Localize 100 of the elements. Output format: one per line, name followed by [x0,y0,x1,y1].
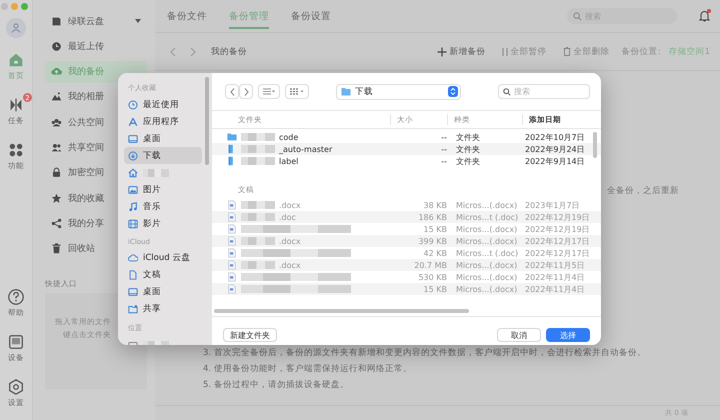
file-kind: Micros...(.docx) [455,272,518,282]
avatar[interactable] [6,18,26,38]
dialog-button[interactable]: 新建文件夹 [223,328,277,342]
search-icon [573,12,582,20]
sidebar-item[interactable]: 应用程序 [124,113,202,130]
chevron-left-icon [230,88,234,96]
file-name: code [279,132,298,142]
house-icon [128,168,138,178]
file-size: 20.7 MB [413,260,447,270]
file-name: .docx [279,200,301,210]
file-date: 2022年12月17日 [524,248,591,258]
sidebar-item[interactable]: 绿联云盘 [45,10,147,32]
file-kind: 文件夹 [455,144,481,154]
chevron-right-icon [244,88,248,96]
caret-icon[interactable] [135,19,141,23]
back-button[interactable] [225,84,239,99]
document-icon [227,248,237,258]
file-row[interactable]: code -- 文件夹 2022年10月7日 [212,131,601,143]
list-icon [263,88,275,95]
trash-icon [562,47,571,56]
document-icon [227,236,237,246]
file-date: 2023年1月7日 [524,200,581,210]
file-date: 2022年9月24日 [524,144,586,154]
sidebar-item[interactable]: 加密空间 [45,162,147,184]
folder-icon [51,16,62,26]
file-date: 2022年12月19日 [524,224,591,234]
note-text: 4. 使用备份功能时，客户端需保持运行和网络正常。 [203,363,413,375]
file-size: 186 KB [417,212,447,222]
file-kind: Micros...t (.doc) [455,248,520,258]
note-text: 全备份，之后重新 [607,185,680,197]
folder-icon [341,87,351,96]
document-icon [227,212,237,222]
sidebar-item[interactable]: 图片 [124,181,202,198]
tab[interactable]: 备份设置 [291,4,331,28]
toolbar-button[interactable]: 新增备份 [432,46,490,58]
location-dropdown[interactable]: 下载 [336,84,461,100]
file-kind: Micros...(.docx) [455,200,518,210]
zoom-window-icon[interactable] [21,3,28,10]
shared-folder-icon [128,304,138,314]
file-size: -- [440,132,447,142]
cloud-upload-icon [51,66,62,78]
sidebar-item[interactable]: 最近使用 [124,96,202,113]
forward-button[interactable] [239,84,253,99]
sidebar-item[interactable]: 最近上传 [45,35,147,58]
breadcrumb: 我的备份 [211,46,247,58]
file-row[interactable]: _auto-master -- 文件夹 2022年9月24日 [212,143,601,155]
people-icon [51,116,62,128]
file-size: -- [440,144,447,154]
plus-icon [436,46,447,56]
tab[interactable]: 备份文件 [167,4,207,28]
download-icon [128,150,138,160]
file-name: .docx [279,260,301,270]
settings-icon [7,378,25,396]
share-icon [51,218,62,229]
search-input[interactable]: 搜索 [514,87,570,96]
scrollbar[interactable] [214,309,469,313]
file-date: 2022年9月14日 [524,156,586,166]
sidebar-item[interactable]: 桌面 [124,283,202,300]
dialog-button[interactable]: 取消 [497,328,541,342]
document-icon [227,224,237,234]
sidebar-item[interactable]: 影片 [124,215,202,232]
document-icon [227,272,237,282]
file-name: .doc [279,212,296,222]
sidebar-item[interactable]: 桌面 [124,130,202,147]
file-kind: 文件夹 [455,156,481,166]
file-size: 399 KB [417,236,447,246]
search-icon [503,88,511,96]
scrollbar[interactable] [593,132,597,158]
file-name: _auto-master [279,144,332,154]
search-field[interactable]: 搜索 [498,84,590,99]
minimize-window-icon[interactable] [11,3,18,10]
file-date: 2022年11月5日 [524,260,586,270]
bell-icon[interactable] [699,10,710,22]
file-kind: Micros...(.docx) [455,260,518,270]
file-size: 42 KB [422,248,447,258]
sidebar-item[interactable]: 文稿 [124,266,202,283]
lock-icon [51,167,62,178]
sidebar-item[interactable]: 下载 [124,147,202,164]
file-date: 2022年10月7日 [524,132,586,142]
grid-icon [290,88,304,95]
sidebar-item[interactable]: 共享 [124,300,202,317]
document-icon [227,284,237,294]
scrollbar[interactable] [205,77,209,165]
picture-icon [128,184,138,194]
file-kind: Micros...(.docx) [455,284,518,294]
sidebar-item[interactable]: iCloud 云盘 [124,249,202,266]
pause-icon [502,48,508,56]
sidebar-item[interactable]: 音乐 [124,198,202,215]
stepper-icon [448,86,458,97]
file-row[interactable]: label -- 文件夹 2022年9月14日 [212,155,601,167]
dialog-button[interactable]: 选择 [546,328,590,342]
file-name: .docx [279,236,301,246]
star-icon [51,192,62,204]
list-view-button[interactable] [258,84,280,99]
note-text: 5. 备份过程中，请勿插拔设备硬盘。 [203,379,350,391]
file-date: 2022年11月4日 [524,284,586,294]
monitor-icon [7,333,25,351]
trash-icon [51,243,62,254]
grid-view-button[interactable] [285,84,309,99]
music-note-icon [128,202,138,212]
